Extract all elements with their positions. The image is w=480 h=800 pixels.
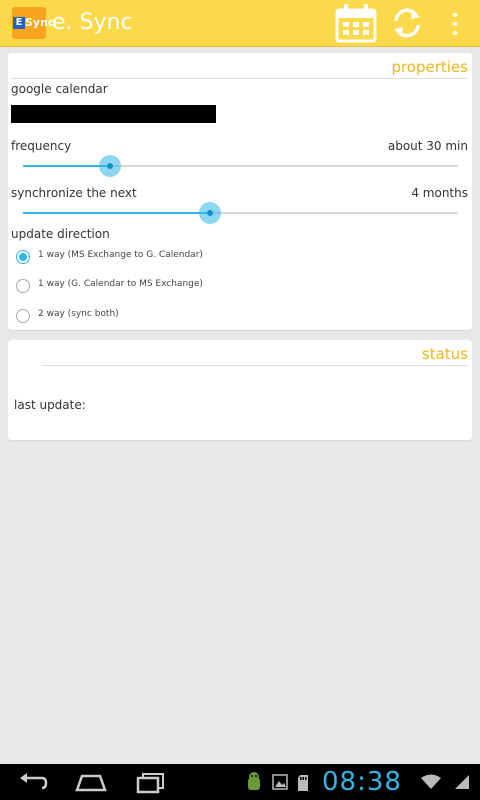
radio-label: 1 way (MS Exchange to G. Calendar) bbox=[38, 250, 203, 260]
last-update-label: last update: bbox=[14, 398, 86, 412]
update-direction-label: update direction bbox=[11, 227, 110, 241]
frequency-slider-thumb[interactable] bbox=[99, 155, 121, 177]
properties-section-title: properties bbox=[391, 58, 468, 76]
status-card: status last update: bbox=[8, 340, 472, 440]
radio-button[interactable] bbox=[16, 309, 30, 323]
sync-window-slider[interactable] bbox=[23, 202, 458, 224]
exchange-logo-icon: E bbox=[13, 17, 25, 29]
action-bar: E Sync e. Sync bbox=[0, 0, 480, 47]
radio-button[interactable] bbox=[16, 250, 30, 264]
app-logo: E Sync bbox=[12, 7, 54, 39]
status-divider bbox=[42, 365, 468, 366]
radio-button[interactable] bbox=[16, 279, 30, 293]
android-debug-icon bbox=[248, 772, 260, 790]
image-notification-icon bbox=[272, 774, 288, 790]
sync-window-slider-fill bbox=[23, 212, 211, 214]
wifi-icon bbox=[421, 774, 441, 789]
frequency-slider[interactable] bbox=[23, 155, 458, 177]
refresh-icon[interactable] bbox=[390, 6, 424, 40]
frequency-slider-fill bbox=[23, 165, 110, 167]
radio-label: 1 way (G. Calendar to MS Exchange) bbox=[38, 279, 203, 289]
calendar-icon[interactable] bbox=[335, 3, 377, 43]
home-icon[interactable] bbox=[74, 770, 108, 794]
sync-window-label: synchronize the next bbox=[11, 186, 137, 200]
status-clock: 08:38 bbox=[322, 767, 402, 797]
properties-card: properties google calendar frequency abo… bbox=[8, 53, 472, 330]
signal-strength-icon bbox=[455, 775, 469, 789]
google-calendar-label: google calendar bbox=[11, 82, 108, 96]
sd-card-icon bbox=[298, 775, 308, 791]
google-calendar-account-value[interactable] bbox=[11, 105, 216, 123]
back-icon[interactable] bbox=[16, 770, 50, 794]
sync-window-slider-thumb[interactable] bbox=[199, 202, 222, 224]
radio-label: 2 way (sync both) bbox=[38, 309, 119, 319]
app-title: e. Sync bbox=[52, 10, 133, 35]
overflow-menu-icon[interactable] bbox=[448, 11, 462, 37]
status-section-title: status bbox=[421, 345, 468, 363]
sync-window-value: 4 months bbox=[411, 186, 468, 200]
properties-divider bbox=[11, 78, 468, 79]
frequency-value: about 30 min bbox=[387, 139, 468, 153]
recent-apps-icon[interactable] bbox=[134, 770, 168, 794]
frequency-label: frequency bbox=[11, 139, 72, 153]
app-logo-text: Sync bbox=[25, 16, 55, 29]
system-navigation-bar: 08:38 bbox=[0, 764, 480, 800]
